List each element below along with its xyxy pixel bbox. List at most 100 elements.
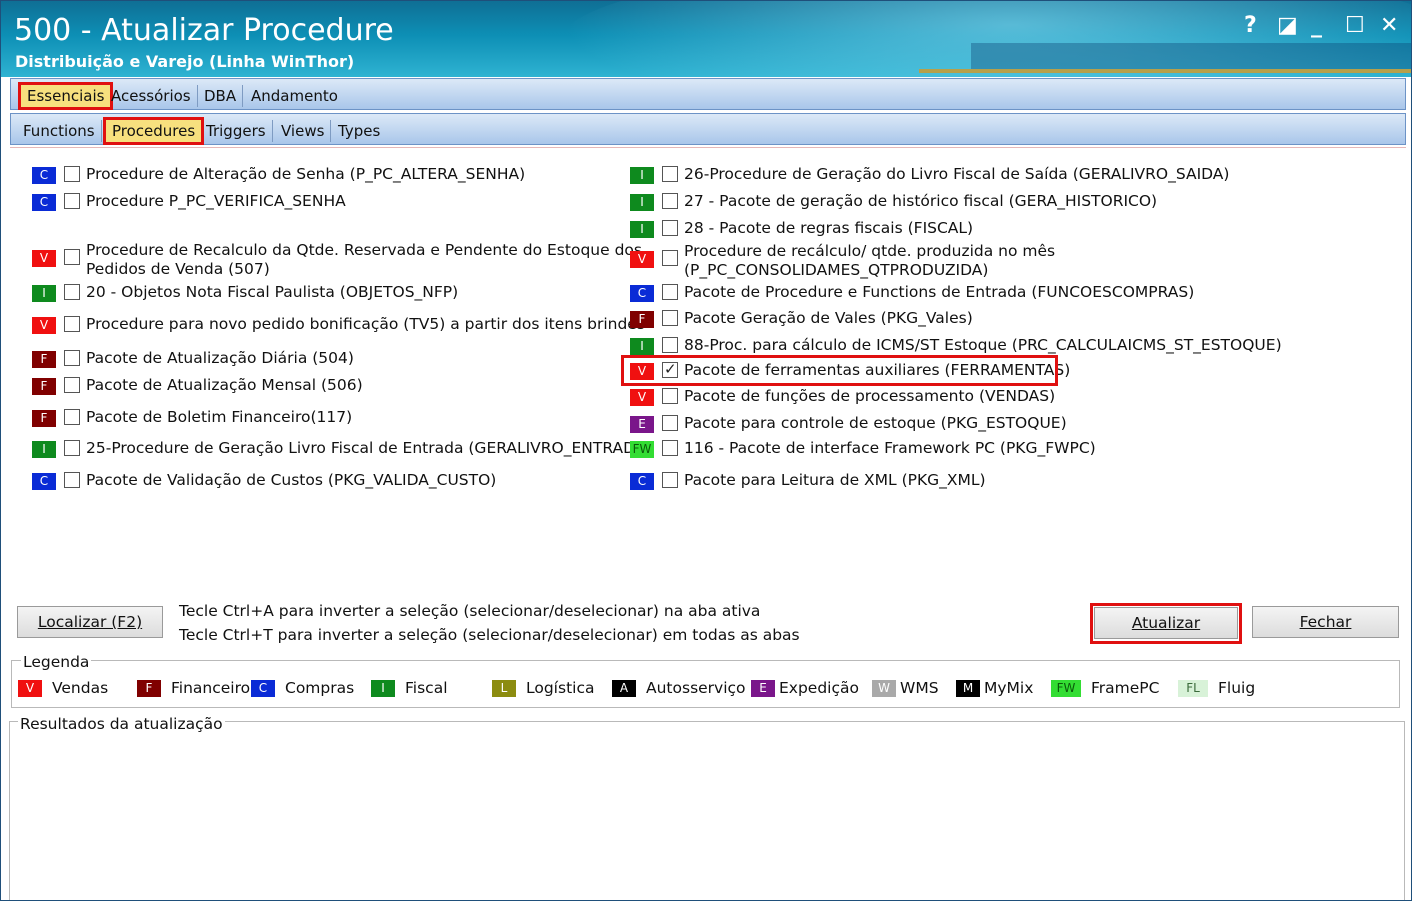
procedure-checkbox[interactable] (662, 440, 678, 456)
procedure-checkbox[interactable] (662, 193, 678, 209)
hint-ctrl-a: Tecle Ctrl+A para inverter a seleção (se… (179, 602, 761, 620)
procedure-label: Procedure de recálculo/ qtde. produzida … (684, 242, 1056, 260)
tab-views[interactable]: Views (275, 120, 332, 142)
procedure-label: Procedure de Alteração de Senha (P_PC_AL… (86, 165, 526, 183)
atualizar-button[interactable]: Atualizar (1094, 607, 1238, 639)
procedure-checkbox[interactable] (64, 316, 80, 332)
legend-badge: W (872, 680, 896, 697)
procedure-label: Pacote de Procedure e Functions de Entra… (684, 283, 1195, 301)
category-badge: I (32, 285, 56, 302)
legend-label: Expedição (779, 679, 859, 697)
procedure-label: 27 - Pacote de geração de histórico fisc… (684, 192, 1158, 210)
maximize-icon[interactable]: ☐ (1345, 13, 1365, 38)
procedure-label: 28 - Pacote de regras fiscais (FISCAL) (684, 219, 974, 237)
procedure-label: Pacote para controle de estoque (PKG_EST… (684, 414, 1067, 432)
legend-label: Logística (526, 679, 595, 697)
legend-label: Financeiro (171, 679, 251, 697)
procedure-checkbox[interactable] (64, 409, 80, 425)
category-badge: V (32, 250, 56, 267)
category-badge: I (32, 441, 56, 458)
legend-label: Compras (285, 679, 355, 697)
procedure-checkbox[interactable] (662, 166, 678, 182)
category-badge: C (32, 194, 56, 211)
procedure-checkbox[interactable] (662, 220, 678, 236)
category-badge: V (32, 317, 56, 334)
procedure-label: 26-Procedure de Geração do Livro Fiscal … (684, 165, 1230, 183)
procedure-label-line2: Pedidos de Venda (507) (86, 260, 270, 278)
secondary-tab-bar: Functions Procedures Triggers Views Type… (10, 113, 1406, 145)
procedure-checkbox[interactable] (64, 166, 80, 182)
procedure-label-line2: (P_PC_CONSOLIDAMES_QTPRODUZIDA) (684, 261, 989, 279)
hint-ctrl-t: Tecle Ctrl+T para inverter a seleção (se… (179, 626, 800, 644)
procedure-checkbox[interactable] (662, 284, 678, 300)
procedure-checkbox[interactable] (662, 337, 678, 353)
category-badge: V (630, 389, 654, 406)
tab-functions[interactable]: Functions (17, 120, 102, 142)
procedure-checkbox[interactable] (662, 310, 678, 326)
selected-item-highlight (621, 355, 1058, 386)
procedure-label: Pacote de Atualização Mensal (506) (86, 376, 363, 394)
procedures-panel: C Procedure de Alteração de Senha (P_PC_A… (10, 147, 1406, 594)
tab-andamento[interactable]: Andamento (245, 85, 344, 107)
procedure-checkbox[interactable] (662, 388, 678, 404)
procedure-label: Pacote de Atualização Diária (504) (86, 349, 354, 367)
legend-label: MyMix (984, 679, 1034, 697)
window-subtitle: Distribuição e Varejo (Linha WinThor) (15, 52, 355, 71)
results-title: Resultados da atualização (18, 715, 225, 733)
legend-badge: C (251, 680, 275, 697)
legend-badge: L (492, 680, 516, 697)
legend-label: Autosserviço (646, 679, 746, 697)
procedure-checkbox[interactable] (64, 472, 80, 488)
procedure-label: Procedure P_PC_VERIFICA_SENHA (86, 192, 346, 210)
category-badge: C (630, 285, 654, 302)
title-bar-band (971, 43, 1411, 69)
legend-badge: FL (1178, 680, 1208, 697)
legend-label: FramePC (1091, 679, 1160, 697)
procedure-checkbox[interactable] (64, 249, 80, 265)
procedure-checkbox[interactable] (662, 415, 678, 431)
localizar-button[interactable]: Localizar (F2) (17, 606, 163, 638)
legend-badge: I (371, 680, 395, 697)
tab-triggers[interactable]: Triggers (200, 120, 273, 142)
category-badge: I (630, 167, 654, 184)
procedure-checkbox[interactable] (64, 284, 80, 300)
category-badge: C (630, 473, 654, 490)
help-icon[interactable]: ? (1244, 13, 1257, 38)
tab-essenciais[interactable]: Essenciais (18, 82, 114, 110)
procedure-checkbox[interactable] (662, 250, 678, 266)
tab-dba[interactable]: DBA (198, 85, 244, 107)
legend-label: Fluig (1218, 679, 1256, 697)
legend-label: Fiscal (405, 679, 448, 697)
tab-procedures[interactable]: Procedures (103, 117, 205, 145)
category-badge: C (32, 473, 56, 490)
procedure-checkbox[interactable] (64, 193, 80, 209)
legend-badge: E (751, 680, 775, 697)
procedure-checkbox[interactable] (64, 440, 80, 456)
primary-tab-bar: Essenciais Acessórios DBA Andamento (10, 78, 1406, 110)
minimize-icon[interactable]: _ (1311, 13, 1322, 38)
procedure-label: 88-Proc. para cálculo de ICMS/ST Estoque… (684, 336, 1282, 354)
category-badge: V (630, 251, 654, 268)
procedure-checkbox[interactable] (64, 377, 80, 393)
legend-label: WMS (900, 679, 939, 697)
category-badge: C (32, 167, 56, 184)
procedure-label: Procedure para novo pedido bonificação (… (86, 315, 645, 333)
category-badge: F (32, 378, 56, 395)
legend-badge: A (612, 680, 636, 697)
fechar-button[interactable]: Fechar (1252, 606, 1399, 638)
close-icon[interactable]: ✕ (1380, 13, 1398, 38)
procedure-label: 116 - Pacote de interface Framework PC (… (684, 439, 1096, 457)
restore-icon[interactable]: ◪ (1277, 13, 1298, 38)
procedure-label: Pacote Geração de Vales (PKG_Vales) (684, 309, 973, 327)
results-box[interactable] (9, 721, 1405, 900)
procedure-checkbox[interactable] (662, 472, 678, 488)
tab-types[interactable]: Types (332, 120, 386, 142)
tab-acessorios[interactable]: Acessórios (105, 85, 198, 107)
title-bar-accent-line (919, 69, 1411, 73)
procedure-checkbox[interactable] (64, 350, 80, 366)
category-badge: FW (630, 441, 654, 458)
procedure-label: Pacote de funções de processamento (VEND… (684, 387, 1056, 405)
category-badge: I (630, 338, 654, 355)
category-badge: I (630, 221, 654, 238)
category-badge: F (32, 351, 56, 368)
